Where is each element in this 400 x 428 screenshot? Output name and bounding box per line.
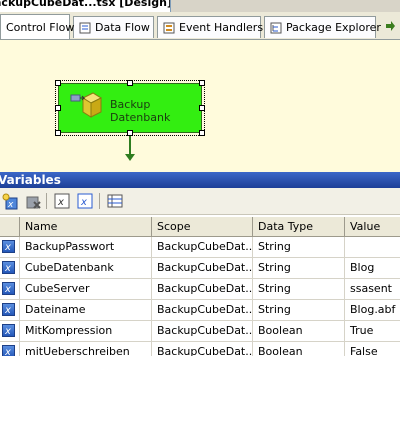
variables-pane-title: Variables <box>0 172 400 188</box>
column-header-name[interactable]: Name <box>20 217 152 236</box>
variable-scope-cell[interactable]: BackupCubeDat... <box>152 258 253 278</box>
analysis-services-task-icon <box>69 90 103 124</box>
column-header-scope[interactable]: Scope <box>152 217 253 236</box>
tab-data-flow[interactable]: Data Flow <box>73 16 154 38</box>
variable-icon-cell <box>0 237 20 257</box>
variable-icon-cell <box>0 279 20 299</box>
tab-scroll-right-icon[interactable] <box>384 20 396 35</box>
tab-control-flow-label: Control Flow <box>6 20 75 34</box>
variables-toolbar: x x x <box>0 188 400 215</box>
toolbar-separator-2 <box>99 193 100 209</box>
resize-handle-top[interactable] <box>127 80 133 86</box>
variable-value-cell[interactable]: Blog <box>345 258 400 278</box>
svg-text:x: x <box>7 200 14 210</box>
tab-package-explorer-label: Package Explorer <box>286 21 381 34</box>
table-row[interactable]: Dateiname BackupCubeDat... String Blog.a… <box>0 300 400 321</box>
variable-icon-cell <box>0 300 20 320</box>
task-label: Backup Datenbank <box>110 98 170 124</box>
variable-name-cell[interactable]: MitKompression <box>20 321 152 341</box>
control-flow-canvas[interactable]: Backup Datenbank <box>0 40 400 172</box>
variable-name-cell[interactable]: BackupPasswort <box>20 237 152 257</box>
delete-variable-icon[interactable] <box>24 192 42 210</box>
svg-text:x: x <box>80 197 87 208</box>
variable-value-cell[interactable]: ssasent <box>345 279 400 299</box>
table-row[interactable]: CubeServer BackupCubeDat... String ssase… <box>0 279 400 300</box>
tab-control-flow[interactable]: Control Flow <box>0 14 74 39</box>
variable-name-cell[interactable]: Dateiname <box>20 300 152 320</box>
show-system-variables-icon[interactable]: x <box>53 192 71 210</box>
toolbar-separator <box>46 193 47 209</box>
event-handlers-icon <box>163 22 175 34</box>
choose-columns-icon[interactable] <box>106 192 124 210</box>
data-flow-icon <box>79 22 91 34</box>
designer-tab-strip: Control Flow Data Flow Event Handlers Pa… <box>0 12 400 40</box>
column-header-data-type[interactable]: Data Type <box>253 217 345 236</box>
task-label-line1: Backup <box>110 98 151 111</box>
resize-handle-top-left[interactable] <box>55 80 61 86</box>
variable-value-cell[interactable] <box>345 237 400 257</box>
tab-event-handlers[interactable]: Event Handlers <box>157 16 264 38</box>
svg-text:x: x <box>57 197 64 208</box>
table-row[interactable]: BackupPasswort BackupCubeDat... String <box>0 237 400 258</box>
variable-icon <box>2 259 15 278</box>
document-tab-strip: ackupCubeDat...tsx [Design]* <box>0 0 400 13</box>
tab-data-flow-label: Data Flow <box>95 21 150 34</box>
variables-grid: Name Scope Data Type Value BackupPasswor… <box>0 217 400 363</box>
grid-header: Name Scope Data Type Value <box>0 217 400 237</box>
variable-icon-cell <box>0 321 20 341</box>
variable-scope-cell[interactable]: BackupCubeDat... <box>152 279 253 299</box>
show-all-variables-icon[interactable]: x <box>76 192 94 210</box>
column-header-value[interactable]: Value <box>345 217 400 236</box>
task-label-line2: Datenbank <box>110 111 171 124</box>
resize-handle-bottom-right[interactable] <box>199 130 205 136</box>
table-row[interactable]: MitKompression BackupCubeDat... Boolean … <box>0 321 400 342</box>
variable-value-cell[interactable]: True <box>345 321 400 341</box>
variable-value-cell[interactable]: Blog.abf <box>345 300 400 320</box>
table-row[interactable]: CubeDatenbank BackupCubeDat... String Bl… <box>0 258 400 279</box>
header-icon-column <box>0 217 20 236</box>
variable-name-cell[interactable]: CubeDatenbank <box>20 258 152 278</box>
variable-name-cell[interactable]: CubeServer <box>20 279 152 299</box>
variable-icon-cell <box>0 258 20 278</box>
precedence-constraint-line[interactable] <box>129 136 131 156</box>
variable-icon <box>2 238 15 257</box>
variable-type-cell[interactable]: String <box>253 300 345 320</box>
variables-grid-empty-area <box>0 356 400 428</box>
variable-scope-cell[interactable]: BackupCubeDat... <box>152 237 253 257</box>
variable-type-cell[interactable]: String <box>253 258 345 278</box>
backup-datenbank-task[interactable]: Backup Datenbank <box>55 80 205 136</box>
tab-package-explorer[interactable]: Package Explorer <box>264 16 381 38</box>
variable-scope-cell[interactable]: BackupCubeDat... <box>152 321 253 341</box>
package-explorer-icon <box>270 22 282 34</box>
variable-icon <box>2 280 15 299</box>
variable-type-cell[interactable]: Boolean <box>253 321 345 341</box>
variable-scope-cell[interactable]: BackupCubeDat... <box>152 300 253 320</box>
resize-handle-right[interactable] <box>199 105 205 111</box>
variable-icon <box>2 301 15 320</box>
precedence-constraint-arrow-icon[interactable] <box>125 154 135 161</box>
resize-handle-left[interactable] <box>55 105 61 111</box>
resize-handle-bottom-left[interactable] <box>55 130 61 136</box>
variable-type-cell[interactable]: String <box>253 279 345 299</box>
add-variable-icon[interactable]: x <box>2 192 20 210</box>
variable-icon <box>2 322 15 341</box>
tab-event-handlers-label: Event Handlers <box>179 21 264 34</box>
resize-handle-top-right[interactable] <box>199 80 205 86</box>
variable-type-cell[interactable]: String <box>253 237 345 257</box>
